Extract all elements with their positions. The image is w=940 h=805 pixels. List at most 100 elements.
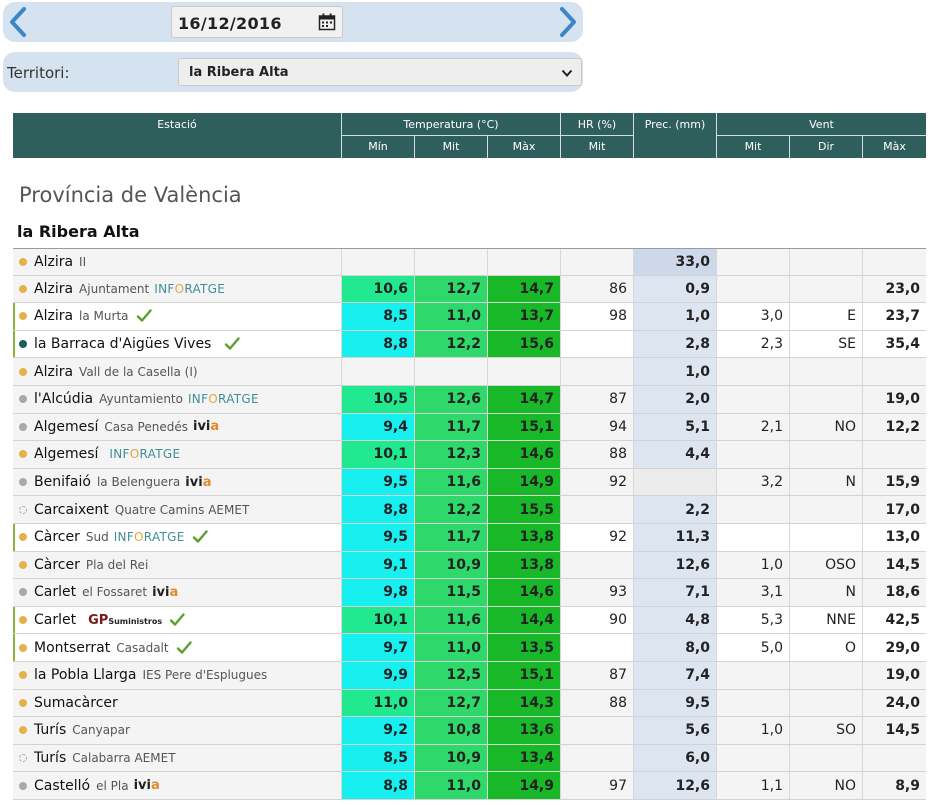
table-row[interactable]: Alzira Vall de la Casella (I) 1,0: [13, 358, 926, 386]
chevron-right-icon[interactable]: [555, 6, 581, 38]
table-row[interactable]: Carcaixent Quatre Camins AEMET 8,8 12,2 15,5…: [13, 496, 926, 524]
table-row[interactable]: l'Alcúdia Ayuntamiento INFORATGE 10,5 12,6 14…: [13, 385, 926, 414]
header-station[interactable]: Estació: [13, 113, 341, 158]
header-temp-mit[interactable]: Mit: [414, 136, 487, 158]
chevron-down-icon: [561, 69, 573, 77]
station-status-dot-icon: [19, 616, 27, 625]
station-name[interactable]: la Barraca d'Aigües Vives: [34, 336, 211, 352]
station-name-cell[interactable]: Carlet GPSuministros: [13, 607, 341, 634]
table-row[interactable]: Carlet GPSuministros 10,1 11,6 14,4 90 4,8 5,3 N…: [13, 606, 926, 635]
wind-max-cell: [862, 358, 926, 385]
station-name[interactable]: Turís: [34, 722, 66, 738]
date-value: 16/12/2016: [178, 14, 282, 33]
table-row[interactable]: Alzira la Murta 8,5 11,0 13,7 98 1,0 3,0 E 23,7: [13, 303, 926, 331]
station-name[interactable]: Montserrat: [34, 640, 110, 656]
table-row[interactable]: Algemesí INFORATGE 10,1 12,3 14,6 88 4,4: [13, 441, 926, 469]
station-name[interactable]: Algemesí: [34, 419, 98, 435]
table-row[interactable]: Turís Canyapar 9,2 10,8 13,6 5,6 1,0 SO 14,5: [13, 717, 926, 745]
station-location: Sud: [85, 530, 109, 545]
station-name-cell[interactable]: la Barraca d'Aigües Vives: [13, 331, 341, 358]
station-name-cell[interactable]: Sumacàrcer: [13, 690, 341, 717]
station-name-cell[interactable]: Carcaixent Quatre Camins AEMET: [13, 496, 341, 523]
table-row[interactable]: Alzira II 33,0: [13, 248, 926, 276]
station-name-cell[interactable]: Turís Calabarra AEMET: [13, 745, 341, 772]
station-name[interactable]: Sumacàrcer: [34, 695, 118, 711]
station-location: Pla del Rei: [85, 557, 149, 572]
temp-max-cell: [487, 358, 560, 385]
station-name-cell[interactable]: l'Alcúdia Ayuntamiento INFORATGE: [13, 386, 341, 413]
station-name[interactable]: la Pobla Llarga: [34, 667, 136, 683]
station-name[interactable]: Carlet: [34, 584, 76, 600]
temp-max-cell: 13,5: [487, 634, 560, 661]
station-name[interactable]: Castelló: [34, 778, 90, 794]
temp-mit-cell: 11,0: [414, 772, 487, 799]
header-temp-mit-label: Mit: [442, 140, 460, 153]
station-name[interactable]: Benifaió: [34, 474, 91, 490]
chevron-left-icon[interactable]: [5, 6, 31, 38]
wind-dir-cell: O: [789, 634, 862, 661]
calendar-icon[interactable]: [318, 13, 336, 31]
station-name-cell[interactable]: Alzira II: [13, 249, 341, 275]
station-name-cell[interactable]: Algemesí Casa Penedés ivia: [13, 414, 341, 441]
wind-max-cell: 19,0: [862, 661, 926, 689]
station-name[interactable]: Alzira: [34, 308, 73, 324]
station-name-cell[interactable]: Càrcer Sud INFORATGE: [13, 524, 341, 551]
station-name[interactable]: Alzira: [34, 254, 73, 270]
table-row[interactable]: Turís Calabarra AEMET 8,5 10,9 13,4 6,0: [13, 744, 926, 773]
station-name-cell[interactable]: la Pobla Llarga IES Pere d'Esplugues: [13, 662, 341, 689]
wind-mit-cell: 1,1: [716, 772, 789, 799]
station-name[interactable]: Càrcer: [34, 529, 80, 545]
header-wind-mit-label: Mit: [744, 140, 762, 153]
table-row[interactable]: Carlet el Fossaret ivia 9,8 11,5 14,6 93 7,1 3,1…: [13, 579, 926, 607]
station-name-cell[interactable]: Càrcer Pla del Rei: [13, 552, 341, 579]
station-name-cell[interactable]: Alzira la Murta: [13, 303, 341, 330]
table-row[interactable]: Sumacàrcer 11,0 12,7 14,3 88 9,5 24,0: [13, 689, 926, 718]
date-input[interactable]: 16/12/2016: [171, 6, 343, 38]
station-name-cell[interactable]: Algemesí INFORATGE: [13, 441, 341, 468]
station-name-cell[interactable]: Alzira Vall de la Casella (I): [13, 358, 341, 385]
table-row[interactable]: Montserrat Casadalt 9,7 11,0 13,5 8,0 5,0 O 29,0: [13, 634, 926, 662]
temp-max-cell: 13,8: [487, 523, 560, 551]
station-name-cell[interactable]: Turís Canyapar: [13, 717, 341, 744]
wind-max-cell: 15,9: [862, 468, 926, 496]
station-location: Casadalt: [116, 640, 169, 655]
table-row[interactable]: Càrcer Sud INFORATGE 9,5 11,7 13,8 92 11,3 13,0: [13, 523, 926, 552]
station-name[interactable]: Algemesí: [34, 446, 98, 462]
wind-dir-cell: [789, 441, 862, 468]
table-row[interactable]: Càrcer Pla del Rei 9,1 10,9 13,8 12,6 1,0 OSO 14…: [13, 551, 926, 580]
station-name[interactable]: Alzira: [34, 281, 73, 297]
table-row[interactable]: Castelló el Pla ivia 8,8 11,0 14,9 97 12,6 1,1 NO…: [13, 772, 926, 800]
station-name[interactable]: Carcaixent: [34, 502, 109, 518]
station-name[interactable]: Turís: [34, 750, 66, 766]
header-wind-max[interactable]: Màx: [862, 136, 926, 158]
station-name-cell[interactable]: Benifaió la Belenguera ivia: [13, 469, 341, 496]
station-status-dot-icon: [19, 505, 27, 514]
inforatge-logo: INFORATGE: [109, 447, 181, 462]
station-name[interactable]: Carlet: [34, 612, 76, 628]
table-row[interactable]: la Pobla Llarga IES Pere d'Esplugues 9,9 12…: [13, 661, 926, 690]
header-temp-min[interactable]: Mín: [341, 136, 414, 158]
temp-max-cell: 14,9: [487, 772, 560, 799]
station-name-cell[interactable]: Alzira Ajuntament INFORATGE: [13, 276, 341, 303]
temp-max-cell: 13,7: [487, 303, 560, 330]
header-wind-dir[interactable]: Dir: [789, 136, 862, 158]
table-row[interactable]: la Barraca d'Aigües Vives 8,8 12,2 15,6 2,8 2…: [13, 330, 926, 359]
station-name[interactable]: Càrcer: [34, 557, 80, 573]
station-name-cell[interactable]: Carlet el Fossaret ivia: [13, 579, 341, 606]
station-location: II: [79, 254, 87, 269]
header-hr-mit[interactable]: Mit: [560, 136, 633, 158]
table-row[interactable]: Benifaió la Belenguera ivia 9,5 11,6 14,9 92 3,…: [13, 468, 926, 497]
table-row[interactable]: Algemesí Casa Penedés ivia 9,4 11,7 15,1 94 5,1…: [13, 413, 926, 442]
wind-dir-cell: E: [789, 303, 862, 330]
temp-min-cell: 8,8: [341, 330, 414, 358]
station-location: Calabarra AEMET: [72, 750, 176, 765]
temp-mit-cell: [414, 358, 487, 385]
station-name-cell[interactable]: Montserrat Casadalt: [13, 634, 341, 661]
territory-select[interactable]: la Ribera Alta: [178, 58, 582, 86]
table-row[interactable]: Alzira Ajuntament INFORATGE 10,6 12,7 14,7 86 0…: [13, 275, 926, 304]
station-name-cell[interactable]: Castelló el Pla ivia: [13, 772, 341, 799]
header-wind-mit[interactable]: Mit: [716, 136, 789, 158]
station-name[interactable]: Alzira: [34, 364, 73, 380]
station-name[interactable]: l'Alcúdia: [34, 391, 93, 407]
header-temp-max[interactable]: Màx: [487, 136, 560, 158]
